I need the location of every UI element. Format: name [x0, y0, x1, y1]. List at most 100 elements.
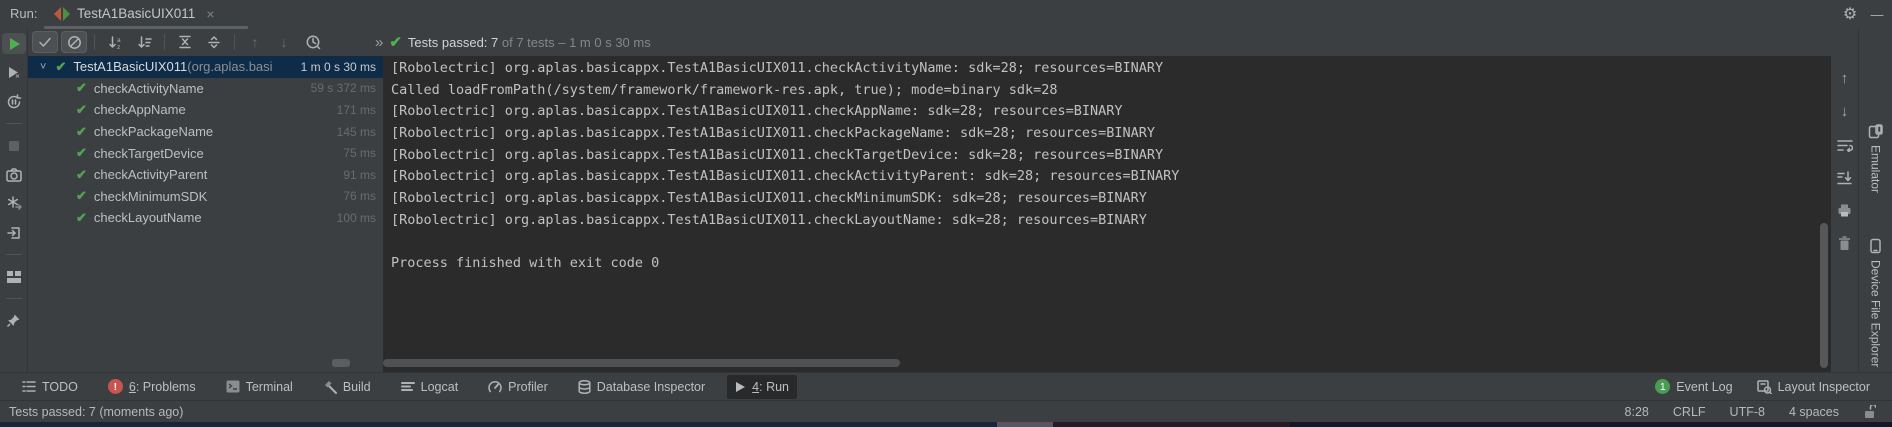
tree-row-test[interactable]: ✔ checkLayoutName 100 ms [28, 207, 383, 229]
bottom-edge-segment [1053, 422, 1290, 427]
restore-layout-icon[interactable] [2, 266, 26, 287]
console-horizontal-scrollbar-thumb[interactable] [383, 359, 900, 367]
layout-inspector-button[interactable]: Layout Inspector [1749, 375, 1878, 399]
toolwindow-run[interactable]: 4: Run [727, 375, 797, 399]
print-icon[interactable] [1833, 200, 1857, 221]
toolwindow-terminal[interactable]: Terminal [218, 375, 301, 399]
import-test-results-icon[interactable] [2, 222, 26, 243]
tree-row-root[interactable]: ˅ ✔ TestA1BasicUIX011 (org.aplas.basi 1 … [28, 56, 383, 78]
line-separator-widget[interactable]: CRLF [1673, 405, 1706, 419]
tree-scrollbar-thumb[interactable] [332, 359, 350, 367]
test-actions-star-icon[interactable] [2, 193, 26, 214]
soft-wrap-icon[interactable] [1833, 134, 1857, 155]
toolwindow-profiler[interactable]: Profiler [480, 375, 556, 399]
scroll-to-end-icon[interactable] [1833, 167, 1857, 188]
pin-tab-icon[interactable] [2, 310, 26, 331]
test-tree: ˅ ✔ TestA1BasicUIX011 (org.aplas.basi 1 … [28, 56, 383, 372]
scroll-up-icon[interactable]: ↑ [1833, 68, 1857, 89]
test-passed-icon: ✔ [76, 188, 87, 204]
problems-label: : Problems [136, 380, 196, 394]
test-passed-icon: ✔ [76, 124, 87, 140]
tree-row-test[interactable]: ✔ checkActivityName 59 s 372 ms [28, 78, 383, 100]
show-ignored-toggle[interactable] [61, 31, 87, 53]
toggle-auto-test-icon[interactable] [2, 91, 26, 112]
tool-button-emulator[interactable]: Emulator [1859, 124, 1892, 193]
close-tab-icon[interactable]: × [206, 6, 214, 22]
problems-mnemonic: 6 [129, 380, 136, 394]
layout-inspector-label: Layout Inspector [1778, 380, 1870, 394]
console-final-line: Process finished with exit code 0 [383, 253, 1831, 275]
previous-occurrence-icon[interactable]: ↑ [242, 31, 268, 53]
toolbar-overflow-icon[interactable]: » [375, 34, 383, 51]
test-history-clock-icon[interactable] [300, 31, 326, 53]
show-passed-toggle[interactable] [32, 31, 58, 53]
bottom-edge-segment [997, 422, 1053, 427]
test-tree-toolbar: az ↑ ↓ [32, 29, 326, 55]
test-name: checkLayoutName [94, 210, 202, 225]
tree-row-test[interactable]: ✔ checkAppName 171 ms [28, 99, 383, 121]
caret-position-widget[interactable]: 8:28 [1625, 405, 1649, 419]
collapse-all-icon[interactable] [201, 31, 227, 53]
problems-error-icon: ! [108, 379, 123, 394]
tool-window-bar: TODO ! 6: Problems Terminal Build Logcat… [0, 372, 1892, 400]
expand-all-icon[interactable] [172, 31, 198, 53]
test-summary: » ✔ Tests passed: 7 of 7 tests – 1 m 0 s… [375, 29, 651, 55]
toolwindow-build[interactable]: Build [315, 375, 379, 399]
run-label: : Run [759, 380, 789, 394]
tree-row-test[interactable]: ✔ checkPackageName 145 ms [28, 121, 383, 143]
next-occurrence-icon[interactable]: ↓ [271, 31, 297, 53]
run-tab-testa1basicuix011[interactable]: TestA1BasicUIX011 × [44, 0, 225, 27]
event-log-count-badge: 1 [1655, 379, 1670, 394]
stop-button[interactable] [2, 135, 26, 156]
console-vertical-scrollbar-thumb[interactable] [1820, 223, 1828, 368]
root-test-name: TestA1BasicUIX011 [73, 59, 187, 74]
tool-button-device-file-explorer[interactable]: Device File Explorer [1859, 238, 1892, 367]
unlock-icon[interactable] [1863, 405, 1876, 419]
svg-text:a: a [117, 37, 121, 44]
emulator-label: Emulator [1869, 145, 1883, 193]
root-test-duration: 1 m 0 s 30 ms [301, 60, 376, 74]
toolwindow-logcat[interactable]: Logcat [393, 375, 467, 399]
svg-text:z: z [117, 44, 120, 50]
android-studio-run-panel: Run: TestA1BasicUIX011 × ⚙ — [0, 0, 1892, 427]
console-action-toolbar: ↑ ↓ [1831, 56, 1858, 372]
run-panel-header: Run: TestA1BasicUIX011 × ⚙ — [0, 0, 1892, 28]
status-bar: Tests passed: 7 (moments ago) 8:28 CRLF … [0, 400, 1892, 422]
minimize-icon[interactable]: — [1866, 4, 1888, 24]
toolwindow-todo[interactable]: TODO [14, 375, 86, 399]
scroll-down-icon[interactable]: ↓ [1833, 101, 1857, 122]
status-bar-right: 8:28 CRLF UTF-8 4 spaces [1625, 405, 1892, 419]
run-left-toolbar [0, 28, 28, 372]
toolwindow-database-inspector[interactable]: Database Inspector [570, 375, 713, 399]
test-name: checkActivityParent [94, 167, 207, 182]
rerun-tests-button[interactable] [2, 33, 26, 54]
event-log-button[interactable]: 1 Event Log [1647, 375, 1740, 399]
encoding-widget[interactable]: UTF-8 [1730, 405, 1765, 419]
test-passed-icon: ✔ [76, 167, 87, 183]
indent-widget[interactable]: 4 spaces [1789, 405, 1839, 419]
divider [6, 254, 22, 255]
gear-icon[interactable]: ⚙ [1839, 4, 1861, 24]
clear-console-trash-icon[interactable] [1833, 233, 1857, 254]
logcat-label: Logcat [421, 380, 459, 394]
rerun-failed-tests-button[interactable] [2, 62, 26, 83]
sort-by-duration-icon[interactable] [131, 31, 157, 53]
toolwindow-bar-right: 1 Event Log Layout Inspector [1647, 375, 1892, 399]
terminal-label: Terminal [246, 380, 293, 394]
toolwindow-problems[interactable]: ! 6: Problems [100, 375, 204, 399]
console-line: Called loadFromPath(/system/framework/fr… [383, 80, 1831, 102]
todo-label: TODO [42, 380, 78, 394]
sort-alphabetically-icon[interactable]: az [102, 31, 128, 53]
screenshot-camera-icon[interactable] [2, 164, 26, 185]
test-name: checkMinimumSDK [94, 189, 207, 204]
test-name: checkActivityName [94, 81, 204, 96]
tree-row-test[interactable]: ✔ checkMinimumSDK 76 ms [28, 186, 383, 208]
tree-row-test[interactable]: ✔ checkActivityParent 91 ms [28, 164, 383, 186]
test-name: checkAppName [94, 102, 186, 117]
tests-passed-check-icon: ✔ [389, 33, 402, 51]
console-line: [Robolectric] org.aplas.basicappx.TestA1… [383, 101, 1831, 123]
console-line: [Robolectric] org.aplas.basicappx.TestA1… [383, 210, 1831, 232]
chevron-down-icon[interactable]: ˅ [40, 61, 46, 73]
tree-row-test[interactable]: ✔ checkTargetDevice 75 ms [28, 142, 383, 164]
run-config-diamond-icon [54, 7, 70, 21]
